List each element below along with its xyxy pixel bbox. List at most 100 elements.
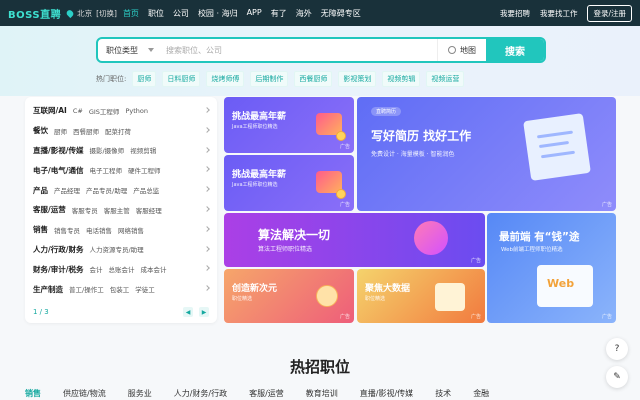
chevron-right-icon	[204, 126, 210, 133]
category-sub[interactable]: 产品经理	[54, 185, 80, 195]
category-row[interactable]: 生产制造 普工/操作工 包装工 学徒工	[33, 279, 210, 299]
tab-sales[interactable]: 销售	[25, 388, 41, 399]
hot-tag[interactable]: 西餐厨师	[294, 71, 333, 87]
hot-tag[interactable]: 日料厨师	[162, 71, 201, 87]
hot-jobs: 热门职位: 厨师 日料厨师 烧烤师傅 后期制作 西餐厨师 影视策划 视频剪辑 视…	[96, 71, 470, 87]
category-sub[interactable]: 会计	[89, 264, 102, 274]
hot-tag[interactable]: 后期制作	[250, 71, 289, 87]
ad-subtitle: Web前端工程师职位精选	[501, 247, 563, 253]
recruit-link[interactable]: 我要招聘	[500, 8, 530, 19]
category-row[interactable]: 电子/电气/通信 电子工程师 硬件工程师	[33, 160, 210, 180]
category-sub[interactable]: 电话销售	[86, 225, 112, 235]
next-page-button[interactable]: ▶	[199, 307, 209, 317]
category-sub[interactable]: 厨师	[54, 126, 67, 136]
ad-title: 挑战最高年薪	[232, 112, 287, 122]
nav-link-accessibility[interactable]: 无障碍专区	[321, 8, 361, 19]
nav-link-home[interactable]: 首页	[123, 8, 139, 19]
tab-education[interactable]: 教育培训	[306, 388, 338, 399]
question-icon: ?	[614, 344, 620, 354]
city-selector[interactable]: 北京 [切换]	[65, 8, 117, 19]
ad-tile-algorithm[interactable]: 算法解决一切 算法工程师职位精选 广告	[224, 213, 485, 267]
category-row[interactable]: 人力/行政/财务 人力资源专员/助理	[33, 240, 210, 260]
pager-text: 1 / 3	[33, 308, 49, 316]
category-sub[interactable]: 产品专员/助理	[86, 185, 127, 195]
hot-tag[interactable]: 视频剪辑	[382, 71, 421, 87]
category-sub[interactable]: 成本会计	[140, 264, 166, 274]
category-sub[interactable]: 人力资源专员/助理	[89, 244, 143, 254]
web-window-icon: Web	[537, 265, 593, 307]
category-sub[interactable]: 西餐厨师	[73, 126, 99, 136]
category-sub[interactable]: 电子工程师	[89, 165, 122, 175]
nav-link-companies[interactable]: 公司	[173, 8, 189, 19]
ad-tile-java-2[interactable]: 挑战最高年薪 Java工程师职位精选 广告	[224, 155, 354, 211]
ad-tile-java-1[interactable]: 挑战最高年薪 Java工程师职位精选 广告	[224, 97, 354, 153]
category-pager: 1 / 3 ◀ ▶	[33, 307, 209, 317]
hot-tag[interactable]: 影视策划	[338, 71, 377, 87]
category-sub[interactable]: 配菜打荷	[105, 126, 131, 136]
ad-tile-new-dimension[interactable]: 创造新次元 职位精选 广告	[224, 269, 354, 323]
category-sub[interactable]: Python	[125, 107, 148, 115]
category-sub[interactable]: 视频剪辑	[130, 145, 156, 155]
tab-supply-chain[interactable]: 供应链/物流	[63, 388, 106, 399]
nav-link-campus[interactable]: 校园 · 海归	[198, 8, 238, 19]
tab-customer-service[interactable]: 客服/运营	[249, 388, 284, 399]
category-sub[interactable]: C#	[73, 107, 83, 115]
category-row[interactable]: 餐饮 厨师 西餐厨师 配菜打荷	[33, 121, 210, 141]
category-main: 餐饮	[33, 126, 48, 136]
category-sub[interactable]: 硬件工程师	[128, 165, 161, 175]
category-main: 生产制造	[33, 284, 63, 294]
logo[interactable]: BOSS直聘	[8, 6, 61, 21]
ad-subtitle: 职位精选	[232, 296, 253, 302]
category-sub[interactable]: GIS工程师	[89, 106, 120, 116]
category-sub[interactable]: 产品总监	[133, 185, 159, 195]
tab-tech[interactable]: 技术	[435, 388, 451, 399]
nav-link-app[interactable]: APP	[247, 8, 262, 19]
chart-icon	[435, 283, 465, 311]
tab-media[interactable]: 直播/影视/传媒	[360, 388, 413, 399]
category-sub[interactable]: 普工/操作工	[69, 284, 104, 294]
category-row[interactable]: 直播/影视/传媒 摄影/摄像师 视频剪辑	[33, 141, 210, 161]
search-input[interactable]	[158, 39, 437, 61]
hot-tag[interactable]: 厨师	[132, 71, 157, 87]
category-row[interactable]: 产品 产品经理 产品专员/助理 产品总监	[33, 180, 210, 200]
web-label: Web	[547, 277, 575, 290]
hot-tag[interactable]: 烧烤师傅	[206, 71, 245, 87]
hot-tag[interactable]: 视频运营	[426, 71, 465, 87]
prev-page-button[interactable]: ◀	[183, 307, 193, 317]
category-main: 直播/影视/传媒	[33, 145, 84, 155]
city-switch-link[interactable]: [切换]	[96, 8, 117, 19]
job-type-dropdown[interactable]: 职位类型	[98, 45, 158, 56]
category-row[interactable]: 互联网/AI C# GIS工程师 Python	[33, 101, 210, 121]
category-sub[interactable]: 客服主管	[104, 205, 130, 215]
map-button[interactable]: 地图	[437, 39, 486, 61]
category-row[interactable]: 销售 销售专员 电话销售 网络销售	[33, 220, 210, 240]
category-row[interactable]: 客服/运营 客服专员 客服主管 客服经理	[33, 200, 210, 220]
ad-tile-big-data[interactable]: 聚焦大数据 职位精选 广告	[357, 269, 485, 323]
nav-link-youle[interactable]: 有了	[271, 8, 287, 19]
tab-hr-finance[interactable]: 人力/财务/行政	[174, 388, 227, 399]
ad-tile-resume[interactable]: 直聘简历 写好简历 找好工作 免费设计 · 海量模板 · 智能润色 广告	[357, 97, 616, 211]
category-sub[interactable]: 总账会计	[108, 264, 134, 274]
tab-finance[interactable]: 金融	[473, 388, 489, 399]
category-sub[interactable]: 网络销售	[118, 225, 144, 235]
category-main: 电子/电气/通信	[33, 165, 84, 175]
category-sub[interactable]: 销售专员	[54, 225, 80, 235]
category-sub[interactable]: 客服经理	[136, 205, 162, 215]
nav-link-jobs[interactable]: 职位	[148, 8, 164, 19]
category-row[interactable]: 财务/审计/税务 会计 总账会计 成本会计	[33, 259, 210, 279]
category-sub[interactable]: 包装工	[110, 284, 130, 294]
category-sub[interactable]: 客服专员	[72, 205, 98, 215]
nav-right: 我要招聘 我要找工作 登录/注册	[500, 5, 632, 22]
tab-service[interactable]: 服务业	[128, 388, 152, 399]
search-button[interactable]: 搜索	[486, 39, 544, 61]
nav-link-overseas[interactable]: 海外	[296, 8, 312, 19]
login-button[interactable]: 登录/注册	[587, 5, 632, 22]
vr-icon	[316, 285, 338, 307]
chevron-right-icon	[204, 107, 210, 113]
resume-icon	[523, 113, 591, 181]
ad-tile-frontend[interactable]: 最前端 有“钱”途 Web前端工程师职位精选 Web 广告	[487, 213, 616, 323]
category-sub[interactable]: 学徒工	[135, 284, 155, 294]
find-job-link[interactable]: 我要找工作	[540, 8, 578, 19]
ad-subtitle: 职位精选	[365, 296, 386, 302]
category-sub[interactable]: 摄影/摄像师	[89, 145, 124, 155]
